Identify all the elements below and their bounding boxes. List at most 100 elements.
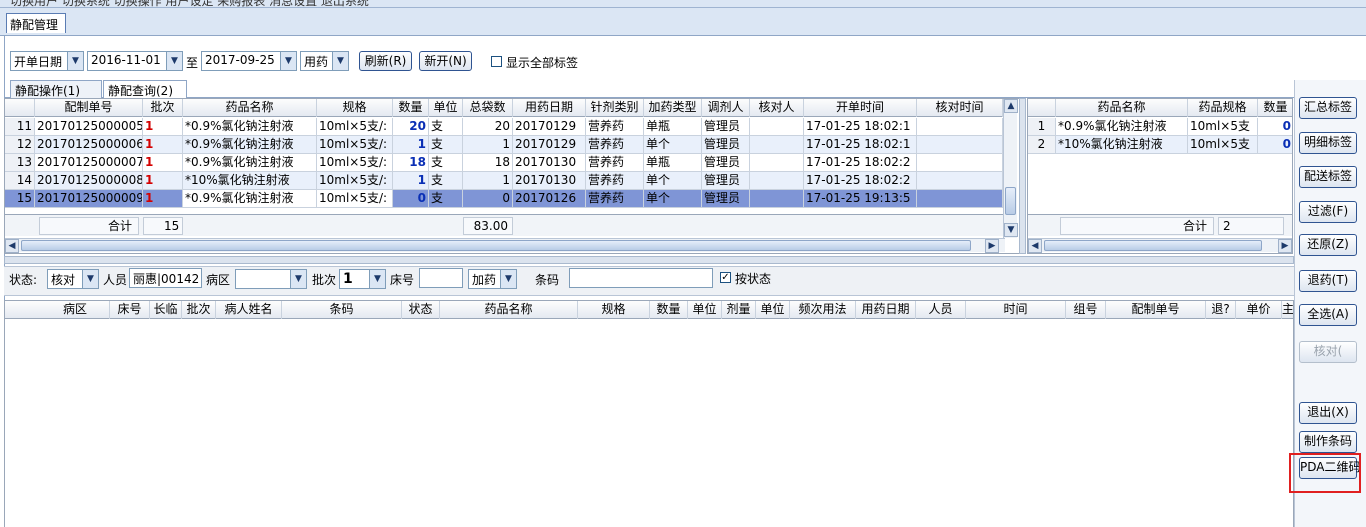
column-header[interactable]: 配制单号 xyxy=(1106,301,1206,319)
filter-button[interactable]: 过滤(F) xyxy=(1299,201,1357,223)
tab-dispense-query[interactable]: 静配查询(2) xyxy=(103,80,187,99)
column-header[interactable]: 批次 xyxy=(143,99,183,117)
table-cell: 20170125000008 xyxy=(35,172,143,190)
scroll-right-icon[interactable]: ▶ xyxy=(985,239,999,253)
table-row[interactable]: 11 20170125000005 1 *0.9%氯化钠注射液 10ml×5支/: 20 支… xyxy=(5,118,1003,136)
new-button[interactable]: 新开(N) xyxy=(419,51,472,71)
chevron-down-icon: ▼ xyxy=(280,52,296,70)
column-header[interactable]: 开单时间 xyxy=(804,99,917,117)
scroll-thumb[interactable] xyxy=(1044,240,1262,251)
main-vertical-scrollbar[interactable]: ▲ ▼ xyxy=(1003,99,1018,238)
vertical-splitter[interactable] xyxy=(1019,98,1026,254)
column-header[interactable]: 数量 xyxy=(650,301,688,319)
column-header[interactable]: 床号 xyxy=(110,301,150,319)
detail-label-button[interactable]: 明细标签 xyxy=(1299,132,1357,154)
column-header[interactable]: 条码 xyxy=(282,301,402,319)
return-drug-button[interactable]: 退药(T) xyxy=(1299,270,1357,292)
column-header[interactable]: 主 xyxy=(1282,301,1293,319)
by-status-checkbox[interactable]: ✓ xyxy=(720,272,731,283)
column-header[interactable] xyxy=(1028,99,1056,117)
scroll-thumb[interactable] xyxy=(21,240,971,251)
restore-button[interactable]: 还原(Z) xyxy=(1299,234,1357,256)
column-header[interactable]: 长临 xyxy=(150,301,182,319)
table-row[interactable]: 13 20170125000007 1 *0.9%氯化钠注射液 10ml×5支/: 18 支… xyxy=(5,154,1003,172)
column-header[interactable]: 单位 xyxy=(688,301,722,319)
table-cell: 15 xyxy=(5,190,35,208)
side-horizontal-scrollbar[interactable]: ◀ ▶ xyxy=(1028,238,1292,253)
column-header[interactable]: 时间 xyxy=(966,301,1066,319)
horizontal-splitter[interactable] xyxy=(4,256,1294,264)
usage-select[interactable]: 用药 ▼ xyxy=(300,51,349,71)
tab-dispense-operation[interactable]: 静配操作(1) xyxy=(10,80,102,98)
scroll-left-icon[interactable]: ◀ xyxy=(1028,239,1042,253)
refresh-button[interactable]: 刷新(R) xyxy=(359,51,412,71)
table-cell: 单瓶 xyxy=(644,154,702,172)
table-row[interactable]: 1 *0.9%氯化钠注射液 10ml×5支 0 xyxy=(1028,118,1292,136)
column-header[interactable]: 用药日期 xyxy=(513,99,586,117)
scroll-left-icon[interactable]: ◀ xyxy=(5,239,19,253)
show-all-checkbox[interactable] xyxy=(491,56,502,67)
column-header[interactable]: 规格 xyxy=(317,99,393,117)
column-header[interactable]: 数量 xyxy=(1258,99,1292,117)
date-to-select[interactable]: 2017-09-25 ▼ xyxy=(201,51,297,71)
table-cell: 20170126 xyxy=(513,190,586,208)
barcode-input[interactable] xyxy=(569,268,713,288)
scroll-thumb[interactable] xyxy=(1005,187,1016,215)
column-header[interactable] xyxy=(5,99,35,117)
column-header[interactable]: 频次用法 xyxy=(790,301,856,319)
summary-label-button[interactable]: 汇总标签 xyxy=(1299,97,1357,119)
select-all-button[interactable]: 全选(A) xyxy=(1299,304,1357,326)
column-header[interactable]: 总袋数 xyxy=(463,99,513,117)
table-cell: 1 xyxy=(1028,118,1056,136)
batch-label: 批次 xyxy=(312,273,337,287)
person-input[interactable]: 丽惠|00142 xyxy=(129,268,202,288)
verify-button[interactable]: 核对( xyxy=(1299,341,1357,363)
column-header[interactable]: 人员 xyxy=(916,301,966,319)
column-header[interactable]: 药品规格 xyxy=(1188,99,1258,117)
column-header[interactable]: 退? xyxy=(1206,301,1236,319)
column-header[interactable]: 单位 xyxy=(429,99,463,117)
table-cell: 11 xyxy=(5,118,35,136)
column-header[interactable]: 针剂类别 xyxy=(586,99,644,117)
column-header[interactable]: 核对人 xyxy=(750,99,804,117)
tab-static-dispensing[interactable]: 静配管理 xyxy=(6,13,66,33)
status-select[interactable]: 核对 ▼ xyxy=(47,269,99,289)
main-horizontal-scrollbar[interactable]: ◀ ▶ xyxy=(5,238,1005,253)
table-row[interactable]: 15 20170125000009 1 *0.9%氯化钠注射液 10ml×5支/: 0 支 0… xyxy=(5,190,1003,208)
column-header[interactable]: 药品名称 xyxy=(183,99,317,117)
column-header[interactable]: 单位 xyxy=(756,301,790,319)
ward-select[interactable]: ▼ xyxy=(235,269,307,289)
column-header[interactable]: 批次 xyxy=(182,301,216,319)
column-header[interactable]: 剂量 xyxy=(722,301,756,319)
scroll-down-icon[interactable]: ▼ xyxy=(1004,223,1018,237)
column-header[interactable]: 组号 xyxy=(1066,301,1106,319)
toolbar-text: 切换用户 切换系统 切换操作 用户设定 采购报表 消息设置 退出系统 xyxy=(10,0,369,8)
column-header[interactable]: 数量 xyxy=(393,99,429,117)
make-barcode-button[interactable]: 制作条码 xyxy=(1299,431,1357,453)
table-cell: 14 xyxy=(5,172,35,190)
column-header[interactable]: 状态 xyxy=(402,301,440,319)
column-header[interactable]: 规格 xyxy=(578,301,650,319)
column-header[interactable]: 药品名称 xyxy=(1056,99,1188,117)
table-row[interactable]: 12 20170125000006 1 *0.9%氯化钠注射液 10ml×5支/: 1 支 1… xyxy=(5,136,1003,154)
delivery-label-button[interactable]: 配送标签 xyxy=(1299,166,1357,188)
batch-select[interactable]: 1 ▼ xyxy=(339,269,386,289)
column-header[interactable]: 核对时间 xyxy=(917,99,1003,117)
add-drug-select[interactable]: 加药 ▼ xyxy=(468,269,517,289)
column-header[interactable]: 用药日期 xyxy=(856,301,916,319)
scroll-up-icon[interactable]: ▲ xyxy=(1004,99,1018,113)
exit-button[interactable]: 退出(X) xyxy=(1299,402,1357,424)
table-row[interactable]: 14 20170125000008 1 *10%氯化钠注射液 10ml×5支/: 1 支 1 2… xyxy=(5,172,1003,190)
column-header[interactable]: 调剂人 xyxy=(702,99,750,117)
column-header[interactable]: 加药类型 xyxy=(644,99,702,117)
scroll-right-icon[interactable]: ▶ xyxy=(1278,239,1292,253)
column-header[interactable]: 病人姓名 xyxy=(216,301,282,319)
column-header[interactable]: 药品名称 xyxy=(440,301,578,319)
table-row[interactable]: 2 *10%氯化钠注射液 10ml×5支 0 xyxy=(1028,136,1292,154)
column-header[interactable]: 病区 xyxy=(5,301,110,319)
column-header[interactable]: 配制单号 xyxy=(35,99,143,117)
bed-input[interactable] xyxy=(419,268,463,288)
date-type-select[interactable]: 开单日期 ▼ xyxy=(10,51,84,71)
date-from-select[interactable]: 2016-11-01 ▼ xyxy=(87,51,183,71)
column-header[interactable]: 单价 xyxy=(1236,301,1282,319)
